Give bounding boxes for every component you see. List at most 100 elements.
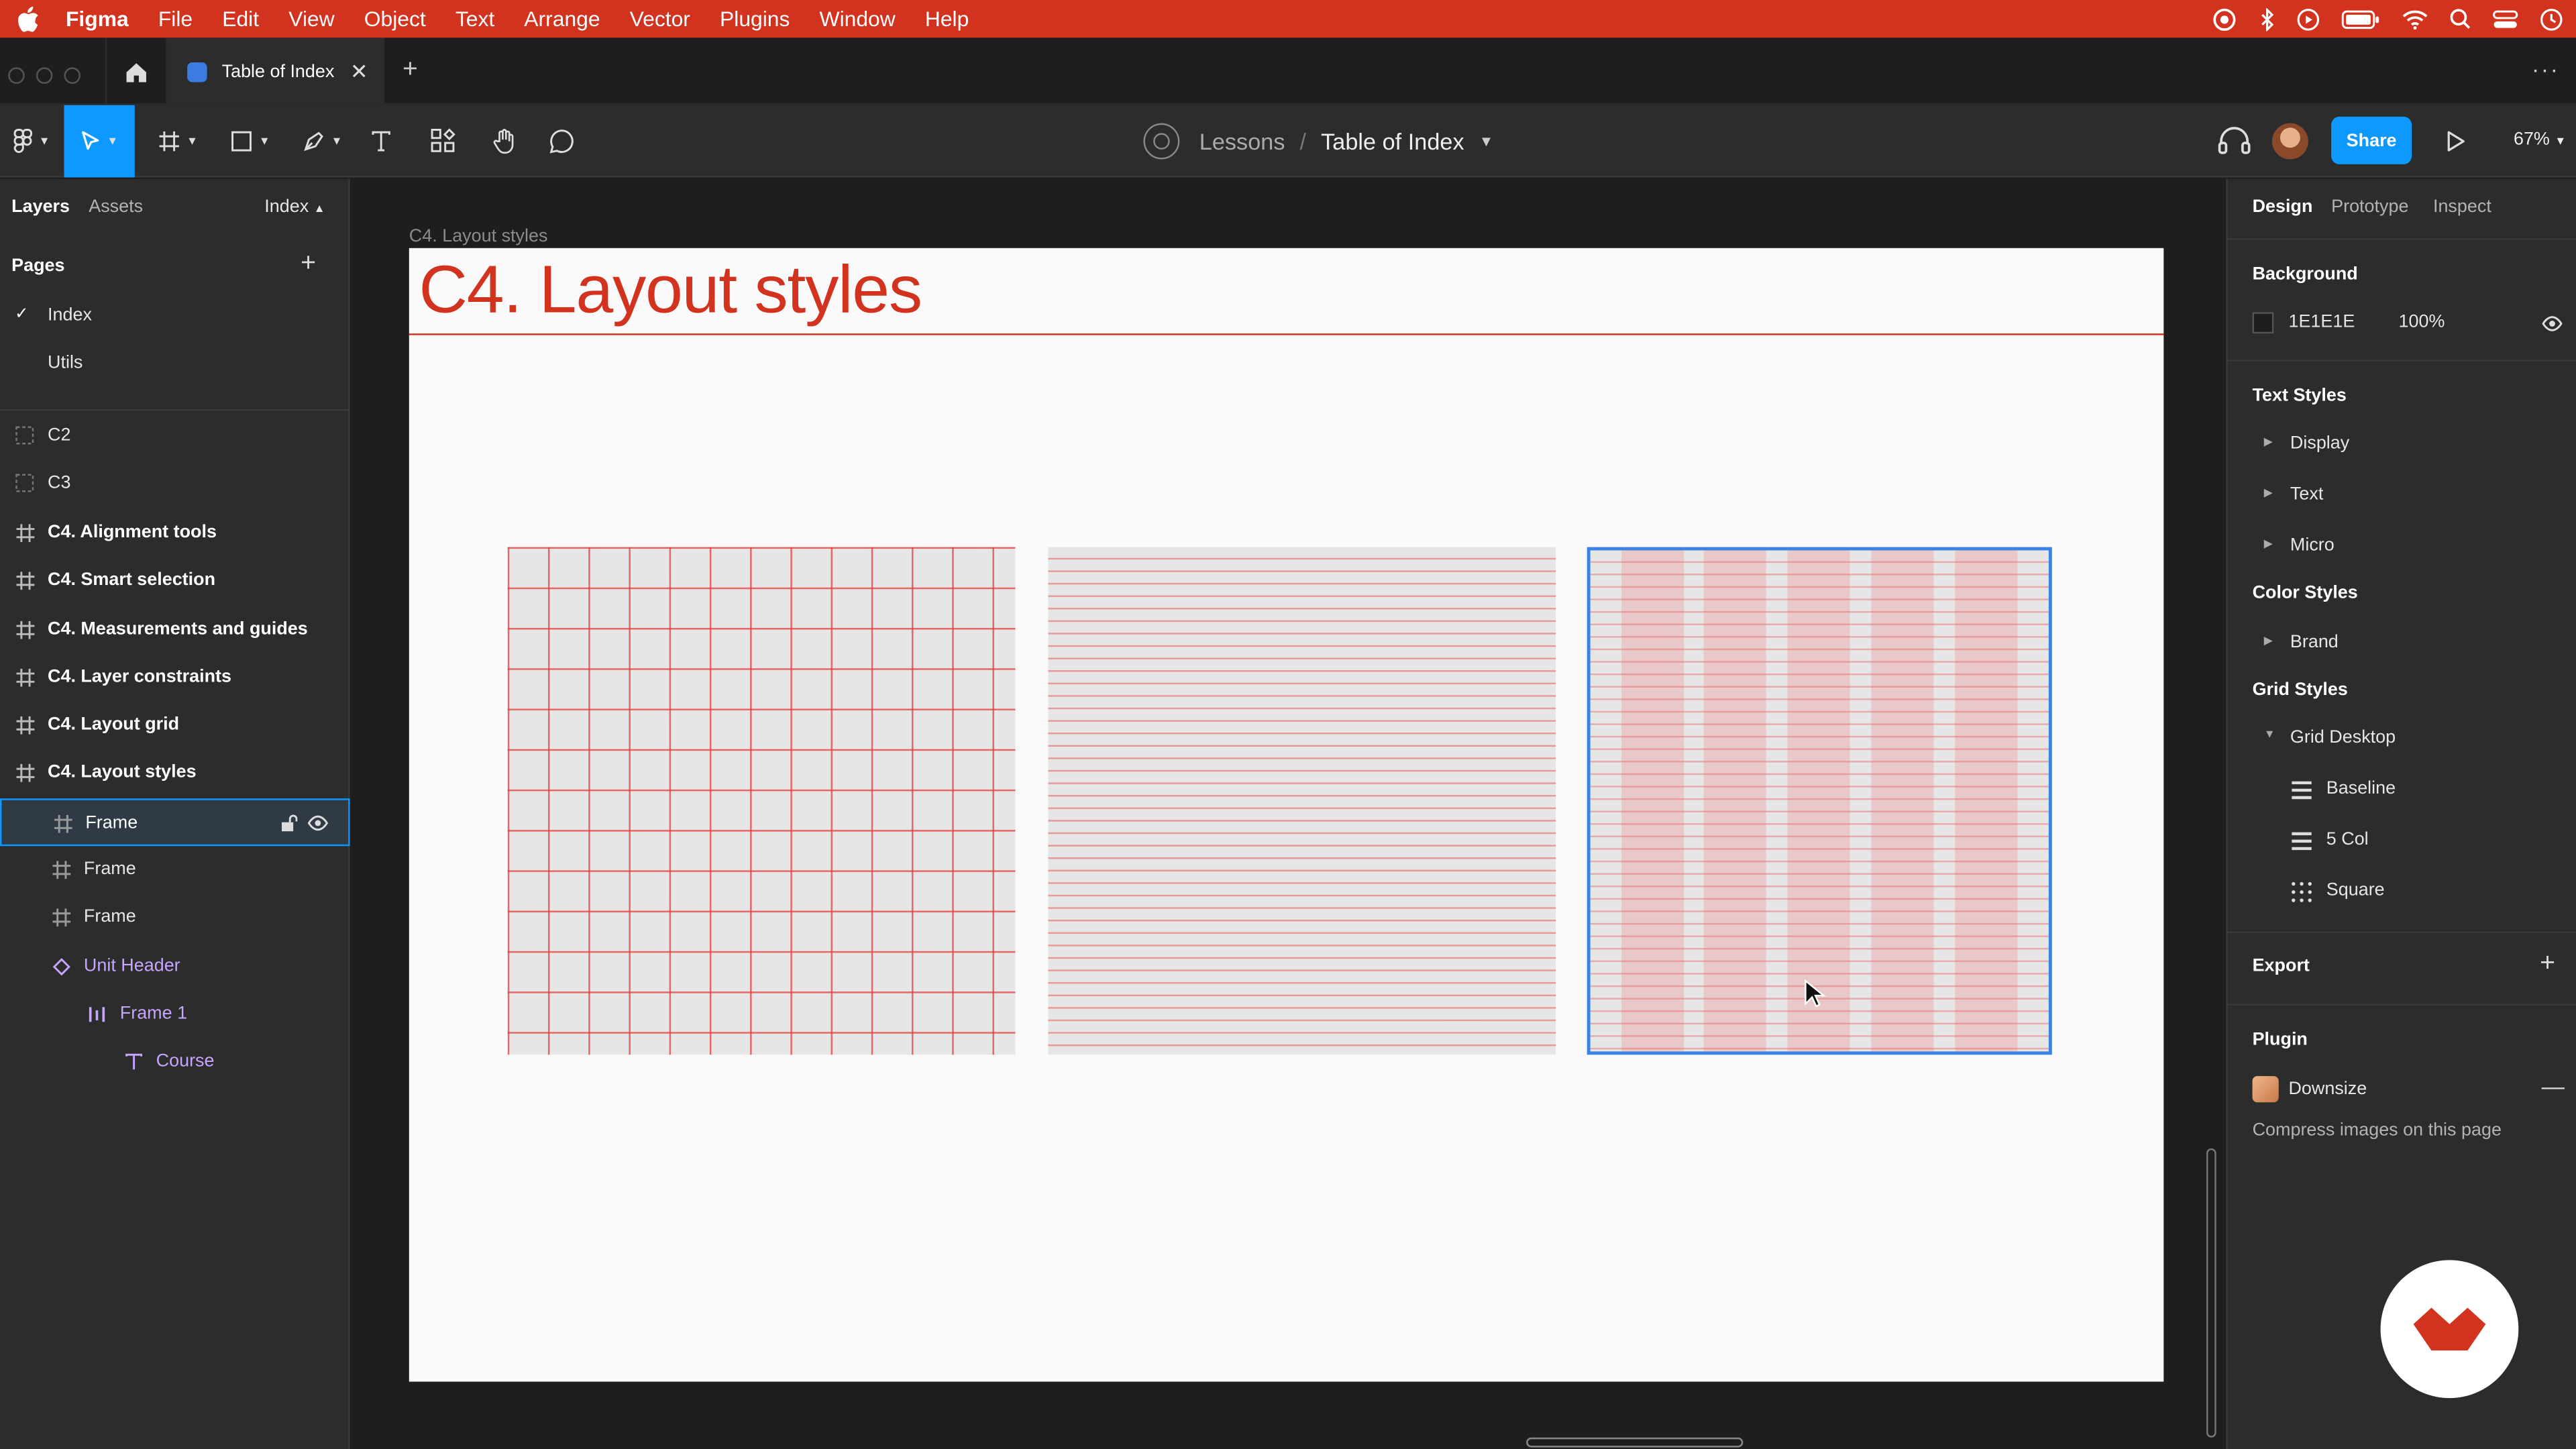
tab-prototype[interactable]: Prototype [2331, 197, 2408, 217]
layer-item[interactable]: Frame [0, 846, 350, 894]
team-avatar-icon[interactable] [1143, 123, 1180, 160]
page-item-utils[interactable]: Utils [0, 340, 350, 386]
wifi-icon[interactable] [2402, 9, 2428, 29]
move-tool-button[interactable]: ▼ [64, 105, 135, 178]
pen-tool-button[interactable]: ▼ [289, 105, 355, 178]
zoom-window-button[interactable] [64, 67, 81, 84]
user-avatar[interactable] [2271, 123, 2308, 160]
style-label: Display [2290, 433, 2350, 453]
unlock-icon[interactable] [279, 813, 298, 833]
chevron-down-icon[interactable]: ▼ [1479, 133, 1494, 149]
battery-icon[interactable] [2341, 9, 2381, 28]
square-grid-frame[interactable] [507, 547, 1016, 1055]
minus-icon[interactable]: — [2542, 1073, 2565, 1099]
play-circle-icon[interactable] [2297, 7, 2320, 30]
layer-item[interactable]: Frame 1 [0, 991, 350, 1038]
layer-item[interactable]: C2 [0, 413, 350, 460]
layer-item[interactable]: Course [0, 1038, 350, 1086]
background-hex-input[interactable]: 1E1E1E [2288, 312, 2355, 331]
grid-style-5-col[interactable]: 5 Col [2326, 830, 2369, 849]
menu-object[interactable]: Object [364, 7, 426, 32]
frame-tool-button[interactable]: ▼ [145, 105, 211, 178]
search-icon[interactable] [2449, 8, 2471, 30]
tab-table-of-index[interactable]: Table of Index ✕ [167, 38, 385, 105]
frame-name-label[interactable]: C4. Layout styles [409, 227, 548, 246]
layer-label: Frame 1 [119, 1004, 188, 1024]
resources-tool-button[interactable] [422, 105, 465, 178]
menu-file[interactable]: File [158, 7, 193, 32]
color-style-brand[interactable]: ▶ Brand [2253, 633, 2548, 655]
frame-icon [13, 713, 36, 736]
close-window-button[interactable] [8, 67, 25, 84]
panel-divider [0, 409, 350, 411]
shape-tool-button[interactable]: ▼ [217, 105, 282, 178]
present-play-icon[interactable] [2447, 129, 2466, 158]
bluetooth-icon[interactable] [2259, 7, 2275, 31]
breadcrumb-file[interactable]: Table of Index [1321, 128, 1464, 154]
share-button[interactable]: Share [2331, 116, 2412, 164]
eye-icon[interactable] [307, 813, 329, 833]
vertical-scrollbar[interactable] [2206, 1148, 2216, 1438]
page-item-index[interactable]: ✓ Index [0, 292, 350, 339]
tab-design[interactable]: Design [2253, 197, 2313, 217]
tab-layers[interactable]: Layers [11, 197, 70, 217]
text-tool-button[interactable] [362, 105, 401, 178]
breadcrumb-project[interactable]: Lessons [1199, 128, 1285, 154]
menu-text[interactable]: Text [455, 7, 494, 32]
clock-icon[interactable] [2540, 7, 2563, 30]
menu-window[interactable]: Window [820, 7, 896, 32]
page-selector[interactable]: Index ▲ [264, 197, 325, 217]
layer-item-selected[interactable]: Frame [0, 798, 350, 847]
layer-item[interactable]: C4. Alignment tools [0, 509, 350, 557]
layer-item[interactable]: C4. Layout styles [0, 749, 350, 797]
creative-cloud-icon[interactable] [2211, 7, 2237, 30]
background-opacity-input[interactable]: 100% [2399, 312, 2445, 331]
menu-vector[interactable]: Vector [630, 7, 690, 32]
text-style-display[interactable]: ▶ Display [2253, 434, 2548, 457]
menu-help[interactable]: Help [925, 7, 969, 32]
close-tab-icon[interactable]: ✕ [350, 59, 368, 85]
menu-view[interactable]: View [288, 7, 334, 32]
grid-style-square[interactable]: Square [2326, 881, 2385, 900]
menu-plugins[interactable]: Plugins [720, 7, 790, 32]
brand-logo-button[interactable] [2380, 1260, 2519, 1399]
plugin-name[interactable]: Downsize [2288, 1079, 2367, 1099]
layer-item[interactable]: Unit Header [0, 943, 350, 991]
eye-icon[interactable] [2542, 314, 2563, 339]
zoom-dropdown[interactable]: 67% ▼ [2514, 129, 2566, 149]
tab-inspect[interactable]: Inspect [2433, 197, 2491, 217]
new-tab-button[interactable]: + [402, 56, 418, 85]
layer-item[interactable]: C4. Smart selection [0, 557, 350, 604]
add-page-icon[interactable]: + [301, 250, 316, 279]
menu-edit[interactable]: Edit [222, 7, 259, 32]
menu-app[interactable]: Figma [66, 7, 129, 32]
home-button[interactable] [105, 38, 168, 105]
layout-styles-board[interactable]: C4. Layout styles [409, 248, 2164, 1382]
tab-assets[interactable]: Assets [89, 197, 143, 217]
horizontal-scrollbar[interactable] [1526, 1437, 1743, 1448]
menu-arrange[interactable]: Arrange [524, 7, 600, 32]
layer-item[interactable]: C4. Layout grid [0, 702, 350, 749]
text-style-micro[interactable]: ▶ Micro [2253, 535, 2548, 558]
layer-item[interactable]: C4. Layer constraints [0, 654, 350, 702]
more-options-icon[interactable]: ··· [2532, 56, 2560, 82]
canvas[interactable]: C4. Layout styles C4. Layout styles [350, 178, 2226, 1449]
audio-headphones-icon[interactable] [2216, 123, 2253, 161]
grid-style-group[interactable]: ▼ Grid Desktop [2253, 728, 2548, 751]
text-style-text[interactable]: ▶ Text [2253, 484, 2548, 507]
baseline-grid-frame[interactable] [1048, 547, 1556, 1055]
grid-style-baseline[interactable]: Baseline [2326, 779, 2396, 798]
comment-tool-button[interactable] [541, 105, 584, 178]
main-menu-button[interactable]: ▼ [0, 105, 62, 178]
layer-item[interactable]: C3 [0, 460, 350, 508]
add-export-icon[interactable]: + [2540, 950, 2555, 979]
control-center-icon[interactable] [2492, 9, 2518, 28]
page-label: Index [48, 305, 92, 325]
apple-icon[interactable] [16, 5, 42, 32]
hand-tool-button[interactable] [483, 105, 526, 178]
minimize-window-button[interactable] [36, 67, 53, 84]
layer-item[interactable]: Frame [0, 894, 350, 941]
layer-label: C4. Alignment tools [48, 522, 217, 543]
layer-item[interactable]: C4. Measurements and guides [0, 606, 350, 654]
background-color-swatch[interactable] [2252, 312, 2274, 334]
